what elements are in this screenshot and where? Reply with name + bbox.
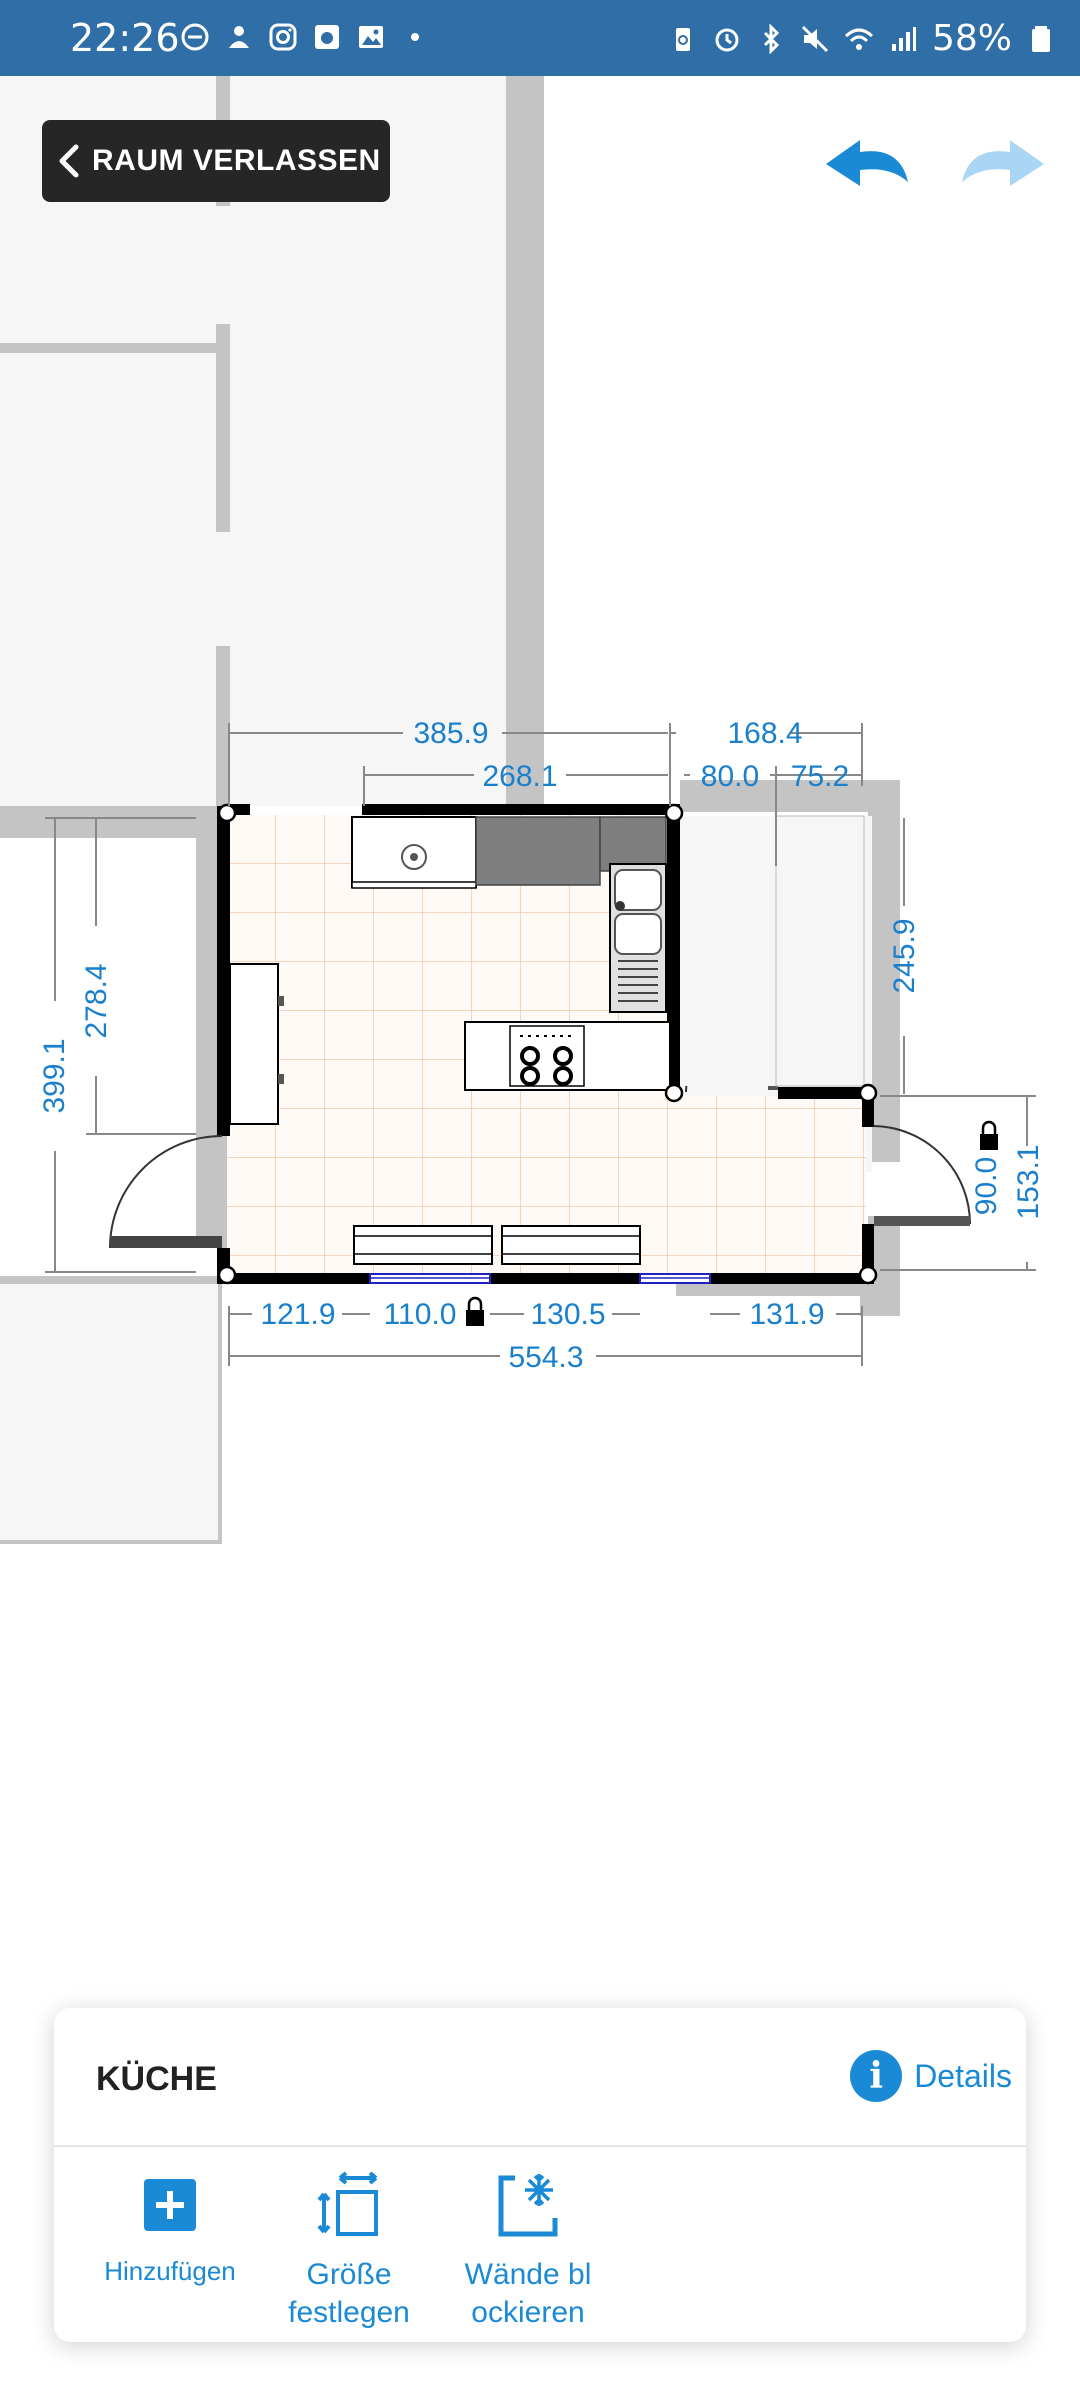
instagram-icon bbox=[269, 23, 297, 51]
resize-icon bbox=[317, 2171, 378, 2236]
wall-step[interactable] bbox=[778, 1087, 868, 1099]
stove[interactable] bbox=[464, 1021, 671, 1091]
set-size-button[interactable]: Größe festlegen bbox=[259, 2168, 439, 2332]
room-title: KÜCHE bbox=[96, 2060, 217, 2098]
dimension-right-total: 153.1 bbox=[1012, 1144, 1045, 1219]
app-notification-icon bbox=[229, 26, 249, 48]
sink[interactable] bbox=[609, 863, 667, 1013]
leave-room-label: RAUM VERLASSEN bbox=[92, 144, 381, 177]
set-size-label-line1: Größe bbox=[306, 2258, 392, 2291]
system-icons: 58% bbox=[668, 18, 1056, 59]
bench-right[interactable] bbox=[501, 1225, 641, 1265]
leave-room-button[interactable]: RAUM VERLASSEN bbox=[42, 120, 390, 202]
alarm-icon bbox=[715, 28, 739, 51]
mute-icon bbox=[801, 25, 829, 52]
dimension-top-small-b: 75.2 bbox=[791, 760, 849, 793]
dimension-bottom-b: 110.0 bbox=[384, 1298, 457, 1331]
gallery-icon bbox=[359, 26, 383, 48]
dimension-inner-top: 268.1 bbox=[482, 760, 557, 793]
dimension-right-door: 90.0 bbox=[970, 1157, 1003, 1215]
washing-machine[interactable] bbox=[351, 816, 477, 889]
add-button[interactable]: Hinzufügen bbox=[80, 2168, 260, 2290]
freeze-walls-icon bbox=[498, 2174, 558, 2237]
notification-icons bbox=[180, 22, 430, 52]
corner-handle-top-left[interactable] bbox=[217, 803, 237, 823]
panel-divider bbox=[54, 2145, 1026, 2147]
battery-icon bbox=[1032, 25, 1050, 52]
counter-dark[interactable] bbox=[475, 816, 601, 886]
status-time: 22:26 bbox=[70, 16, 180, 60]
wall-bottom-a[interactable] bbox=[222, 1273, 370, 1284]
wall-bottom-b[interactable] bbox=[490, 1273, 640, 1284]
floorplan-canvas[interactable]: 385.9 168.4 268.1 80.0 75.2 399.1 278.4 … bbox=[0, 76, 1080, 1976]
bench-left[interactable] bbox=[353, 1225, 493, 1265]
dimension-left-inner: 278.4 bbox=[80, 963, 113, 1038]
lock-walls-label-line2: ockieren bbox=[471, 2296, 585, 2329]
lock-walls-label-line1: Wände bl bbox=[464, 2258, 592, 2291]
details-button[interactable]: i Details bbox=[850, 2050, 1012, 2102]
signal-icon bbox=[891, 26, 916, 51]
battery-percent: 58% bbox=[931, 18, 1012, 59]
wifi-icon bbox=[844, 28, 874, 50]
do-not-disturb-icon bbox=[181, 23, 209, 51]
dimension-right-upper: 245.9 bbox=[888, 918, 921, 993]
dimension-top-small-a: 80.0 bbox=[701, 760, 759, 793]
more-notifications-dot-icon bbox=[411, 33, 419, 41]
wardrobe[interactable] bbox=[229, 963, 284, 1125]
dimension-bottom-a: 121.9 bbox=[260, 1298, 335, 1331]
camera-app-icon bbox=[315, 25, 339, 49]
room-panel: KÜCHE i Details Hinzufügen Größe festleg… bbox=[54, 2008, 1026, 2342]
corner-handle-bottom-left[interactable] bbox=[217, 1265, 237, 1285]
corner-handle-bottom-right[interactable] bbox=[858, 1265, 878, 1285]
plus-icon bbox=[144, 2179, 196, 2231]
dimension-top-right: 168.4 bbox=[727, 717, 802, 750]
chevron-left-icon bbox=[59, 144, 79, 178]
corner-handle-step[interactable] bbox=[858, 1083, 878, 1103]
side-cabinet[interactable] bbox=[680, 815, 865, 1087]
lock-icon bbox=[466, 1296, 484, 1326]
lock-icon bbox=[980, 1120, 998, 1150]
corner-handle-top-right[interactable] bbox=[664, 803, 684, 823]
bluetooth-icon bbox=[763, 23, 780, 54]
set-size-label-line2: festlegen bbox=[288, 2296, 410, 2329]
wall-top[interactable] bbox=[362, 804, 674, 815]
corner-handle-mid-right[interactable] bbox=[664, 1083, 684, 1103]
wall-bottom-c[interactable] bbox=[710, 1273, 870, 1284]
details-label: Details bbox=[914, 2057, 1012, 2094]
add-label: Hinzufügen bbox=[104, 2256, 236, 2286]
wall-left-upper[interactable] bbox=[217, 806, 230, 1136]
undo-icon[interactable] bbox=[820, 130, 920, 200]
redo-icon[interactable] bbox=[950, 130, 1050, 200]
dimension-top-total: 385.9 bbox=[413, 717, 488, 750]
battery-saver-icon bbox=[675, 27, 690, 51]
lock-walls-button[interactable]: Wände bl ockieren bbox=[438, 2168, 618, 2332]
dimension-bottom-total: 554.3 bbox=[508, 1341, 583, 1374]
status-bar: 22:26 58% bbox=[0, 0, 1080, 76]
dimension-left-outer: 399.1 bbox=[38, 1038, 71, 1113]
dimension-bottom-c: 130.5 bbox=[530, 1298, 605, 1331]
info-icon: i bbox=[850, 2050, 903, 2102]
counter-corner[interactable] bbox=[599, 816, 667, 872]
dimension-bottom-d: 131.9 bbox=[749, 1298, 824, 1331]
